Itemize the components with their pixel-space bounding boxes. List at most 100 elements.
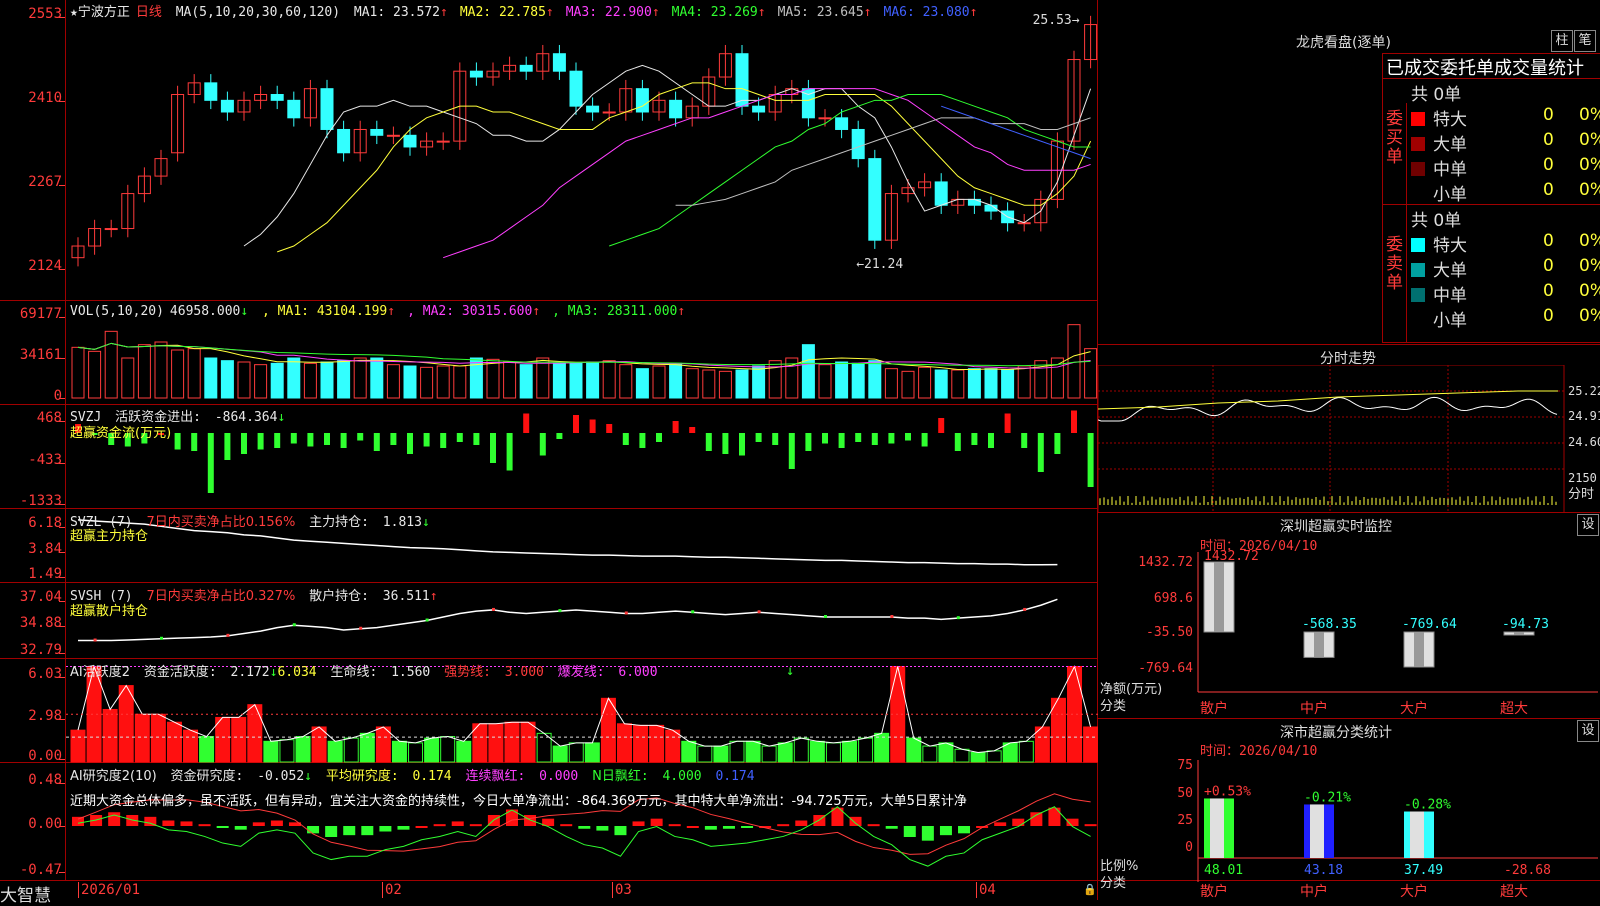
candle-down (835, 117, 849, 130)
ai1-strong-label: 强势线 (444, 665, 484, 680)
ai1-v2: 6.034 (277, 665, 317, 680)
fund-flow-bar (423, 433, 430, 447)
sell-row-name: 小单 (1433, 311, 1467, 331)
activity-bar (954, 748, 970, 763)
fund-flow-bar (788, 433, 795, 469)
activity-bar (424, 737, 440, 763)
activity-bar (70, 729, 86, 763)
fund-flow-bar (573, 415, 579, 433)
ai1-value: 2.172 (230, 665, 270, 680)
monitor-y-tick: 698.6 (1154, 591, 1193, 606)
volume-bar (353, 357, 367, 399)
tick-mode-button[interactable]: 笔 (1574, 30, 1596, 52)
classify-value: 48.01 (1204, 863, 1243, 878)
ai2-tick: 0.00 (28, 816, 62, 832)
classify-value: 37.49 (1404, 863, 1443, 878)
lhb-tabs[interactable]: 已成交委托单成交量统计 (1386, 54, 1584, 80)
lhb-title: 龙虎看盘(逐单) (1296, 35, 1391, 51)
classify-settings-button[interactable]: 设 (1577, 720, 1599, 742)
monitor-ylabel: 净额(万元) (1100, 682, 1162, 697)
ai2-avg-label: 平均研究度 (325, 769, 391, 784)
ai2-tick: 0.48 (28, 772, 62, 788)
ai2-label: AI研究度2(10) (70, 769, 157, 784)
fund-flow-bar (954, 433, 961, 451)
y-tick-mark (59, 759, 65, 760)
svzl-hold-value: 1.813 (382, 515, 422, 530)
candle-down (320, 88, 334, 130)
candle-down (270, 94, 284, 101)
classify-bar-shade (1310, 804, 1324, 858)
sell-row: 特大 0 0% (1411, 231, 1600, 256)
activity-bar (552, 745, 568, 763)
ai1-burst-label: 爆发线 (557, 665, 597, 680)
volume-bar (503, 361, 517, 399)
intraday-chart[interactable]: 25.22 24.91 24.60 2150 分时 (1098, 365, 1600, 513)
activity-bar (649, 724, 665, 763)
y-tick-mark (59, 504, 65, 505)
volume-bar (702, 369, 716, 399)
activity-bar (938, 742, 954, 763)
vol-ma-arrow: ↑ (532, 304, 541, 319)
y-tick-mark (59, 601, 65, 602)
svzl-arrow: ↓ (421, 515, 430, 530)
price-tick: 2553 (28, 6, 62, 22)
svzl-tick: 6.18 (28, 515, 62, 531)
classify-pct: -0.28% (1404, 798, 1451, 813)
y-tick-mark (59, 719, 65, 720)
research-bar (343, 826, 356, 836)
intraday-price-label: 25.22 (1568, 384, 1600, 398)
vol-ma-arrow: ↑ (387, 304, 396, 319)
research-bar (939, 826, 952, 836)
activity-bar (761, 745, 777, 763)
fund-flow-bar (1021, 433, 1028, 448)
date-label: 03 (612, 882, 632, 898)
classify-bar-shade (1410, 811, 1424, 858)
tab-volume-stats[interactable]: 成交量统计 (1494, 58, 1584, 79)
volume-bar (918, 366, 932, 399)
activity-bar (665, 729, 681, 763)
tab-executed[interactable]: 已成交 (1386, 58, 1440, 79)
buy-color-swatch (1411, 162, 1425, 176)
y-tick-mark (59, 185, 65, 186)
research-bar (415, 826, 428, 828)
retail-dot (93, 638, 97, 642)
activity-bar (166, 721, 182, 763)
fund-flow-bar (1037, 433, 1044, 472)
candle-up (386, 134, 400, 137)
retail-dot (1023, 607, 1027, 611)
activity-bar (600, 697, 616, 763)
fund-flow-bar (506, 433, 513, 471)
intraday-price-label: 24.91 (1568, 409, 1600, 423)
retail-dot (956, 616, 960, 620)
fund-flow-bar (290, 433, 297, 444)
fund-flow-bar (1054, 433, 1061, 454)
candle-down (586, 105, 600, 113)
ai1-life-value: 1.560 (391, 665, 431, 680)
ma2-line (277, 82, 1092, 253)
monitor-bar-shade (1214, 562, 1224, 632)
fund-flow-bar (705, 433, 712, 451)
candle-up (436, 140, 450, 143)
activity-bar (1034, 726, 1050, 763)
fund-flow-bar (689, 427, 696, 433)
candle-down (635, 88, 649, 113)
vol-arrow: ↓ (240, 304, 249, 319)
research-bar (469, 824, 482, 827)
volume-bar (486, 358, 500, 399)
fund-flow-bar (606, 424, 613, 433)
tab-orders[interactable]: 委托单 (1440, 58, 1494, 79)
buy-row-count: 0 (1543, 180, 1554, 200)
main-chart[interactable]: 25.53→ ←21.24 ↓ (66, 0, 1098, 880)
separator (1098, 512, 1600, 513)
activity-bar (311, 726, 327, 763)
bar-mode-button[interactable]: 柱 (1551, 30, 1573, 52)
fund-flow-bar (539, 433, 546, 456)
separator (1098, 344, 1600, 345)
buy-row: 小单 0 0% (1411, 180, 1600, 205)
volume-bar (801, 344, 815, 399)
lock-icon[interactable]: 🔒 (1083, 883, 1097, 896)
sell-total: 共 0单 (1411, 211, 1462, 231)
research-bar (379, 826, 392, 832)
ai1-title: 资金活跃度 (143, 665, 209, 680)
date-label: 02 (382, 882, 402, 898)
